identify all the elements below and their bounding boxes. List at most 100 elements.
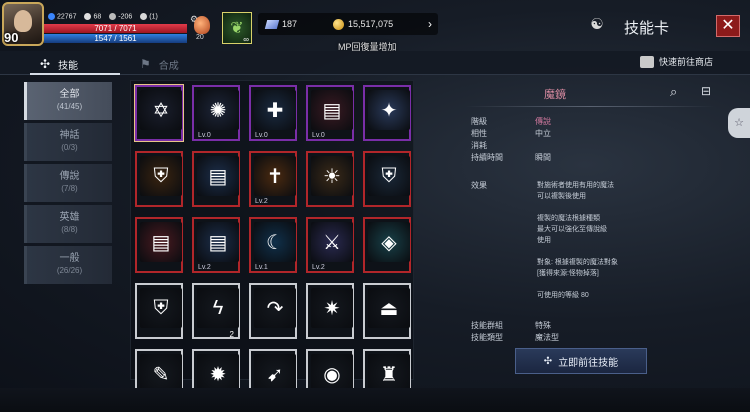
close-button[interactable]: ✕ bbox=[716, 15, 740, 37]
trophy-icon bbox=[140, 13, 148, 20]
page-title: 技能卡 bbox=[624, 20, 670, 37]
skill-card[interactable]: ✡ bbox=[134, 84, 184, 142]
skill-card[interactable]: ◈ bbox=[363, 217, 411, 273]
category-mythic[interactable]: 神話 (0/3) bbox=[24, 123, 112, 161]
effect-line bbox=[537, 279, 707, 290]
hp-bar: 7071 / 7071 bbox=[44, 24, 187, 33]
row-affinity: 相性 中立 bbox=[471, 129, 551, 138]
skill-card-art-icon: ☀ bbox=[311, 156, 353, 196]
flag-icon: ⚑ bbox=[140, 57, 151, 71]
effect-line: 最大可以強化至傳說級 bbox=[537, 226, 607, 233]
skill-card[interactable]: ⛨ bbox=[363, 151, 411, 207]
category-legendary[interactable]: 傳說 (7/8) bbox=[24, 164, 112, 202]
skill-card-art-icon: ✡ bbox=[140, 90, 182, 130]
skill-card[interactable]: ▤ bbox=[192, 151, 240, 207]
lock-icon[interactable]: ⊟ bbox=[701, 84, 711, 98]
key-icon bbox=[84, 13, 92, 20]
effect-line bbox=[537, 202, 707, 213]
skill-card[interactable]: ⏏ bbox=[363, 283, 411, 339]
player-level: 90 bbox=[4, 30, 19, 45]
tab-synthesis[interactable]: ⚑ 合成 bbox=[140, 55, 179, 73]
swirl-icon: ✣ bbox=[543, 355, 553, 367]
skill-card[interactable]: ✝ Lv.2 bbox=[249, 151, 297, 207]
mp-bar: 1547 / 1561 bbox=[44, 34, 187, 43]
skill-card[interactable]: ϟ2 bbox=[192, 283, 240, 339]
effect-line: [獲得來源:怪物掉落] bbox=[537, 270, 599, 277]
trophy-stat: (1) bbox=[140, 13, 158, 20]
category-normal[interactable]: 一般 (26/26) bbox=[24, 246, 112, 284]
gold-coin-icon bbox=[333, 18, 345, 30]
power-icon bbox=[48, 13, 55, 20]
side-drawer-handle[interactable]: ☆ bbox=[728, 108, 750, 138]
skill-card-level: Lv.2 bbox=[255, 198, 268, 205]
skill-card-art-icon: ▤ bbox=[311, 90, 353, 130]
currency-bar: 187 15,517,075 › bbox=[258, 13, 438, 35]
skill-card[interactable]: ✦ bbox=[363, 85, 411, 141]
skill-card-art-icon: ⛨ bbox=[140, 288, 182, 328]
skill-card[interactable]: ▤ Lv.2 bbox=[192, 217, 240, 273]
skill-card-art-icon: ϟ bbox=[197, 288, 239, 328]
skill-name: 魔鏡 bbox=[544, 89, 566, 101]
top-hud: 90 22767 68 -206 (1) 7071 / 7071 1547 / … bbox=[0, 0, 750, 52]
skill-card-art-icon: ▤ bbox=[197, 156, 239, 196]
skill-card-quantity: 2 bbox=[229, 330, 234, 339]
potion-slot[interactable]: ⚙ 20 bbox=[190, 14, 218, 44]
shop-shortcut-button[interactable]: 快速前往商店 bbox=[640, 55, 713, 68]
skill-card[interactable]: ▤ Lv.0 bbox=[306, 85, 354, 141]
go-to-skill-button[interactable]: ✣ 立即前往技能 bbox=[515, 348, 647, 374]
skill-card-art-icon: ✷ bbox=[311, 288, 353, 328]
skill-card-art-icon: ⚔ bbox=[311, 222, 353, 262]
search-icon[interactable]: ⌕ bbox=[670, 84, 677, 100]
player-stats: 22767 68 -206 (1) bbox=[48, 13, 158, 20]
skill-card-art-icon: ▤ bbox=[140, 222, 182, 262]
skill-card-art-icon: ↷ bbox=[254, 288, 296, 328]
skill-card[interactable]: ▤ bbox=[135, 217, 183, 273]
effect-label: 效果 bbox=[471, 181, 487, 190]
skill-card-grid: ✡ ✺ Lv.0 ✚ Lv.0 ▤ Lv.0 ✦ ⛨ ▤ ✝ Lv.2 ☀ ⛨ ▤ ▤ Lv.2 ☾ Lv.1 ⚔ Lv… bbox=[130, 80, 414, 405]
tab-skills[interactable]: ✣ 技能 bbox=[40, 55, 78, 73]
effect-line: 可以複製後使用 bbox=[537, 193, 586, 200]
leaf-icon: ❦ bbox=[230, 20, 244, 37]
skill-card-art-icon: ⛨ bbox=[140, 156, 182, 196]
skill-card-art-icon: ☾ bbox=[254, 222, 296, 262]
skill-card-icon: ☯ bbox=[590, 16, 604, 33]
swirl-icon: ✣ bbox=[40, 57, 51, 71]
effect-description: 對施術者使用有用的魔法 可以複製後使用 複製的魔法根據種類 最大可以強化至傳說級 使用對… bbox=[537, 180, 707, 301]
skill-card-level: Lv.2 bbox=[312, 264, 325, 271]
skill-card-art-icon: ▤ bbox=[197, 222, 239, 262]
skill-card[interactable]: ✷ bbox=[306, 283, 354, 339]
skill-card-level: Lv.2 bbox=[198, 264, 211, 271]
gold-amount: 15,517,075 bbox=[348, 19, 394, 29]
effect-line: 使用 bbox=[537, 237, 551, 244]
skill-card[interactable]: ☾ Lv.1 bbox=[249, 217, 297, 273]
skill-card-level: Lv.0 bbox=[198, 132, 211, 139]
helmet-stat: -206 bbox=[109, 13, 132, 20]
effect-line: 對象: 根據複製的魔法對象 bbox=[537, 259, 618, 266]
skill-card[interactable]: ☀ bbox=[306, 151, 354, 207]
category-hero[interactable]: 英雄 (8/8) bbox=[24, 205, 112, 243]
key-stat: 68 bbox=[84, 13, 101, 20]
skill-card-level: Lv.1 bbox=[255, 264, 268, 271]
skill-card-art-icon: ⛨ bbox=[368, 156, 410, 196]
helmet-icon bbox=[109, 13, 117, 20]
skill-card[interactable]: ⛨ bbox=[135, 283, 183, 339]
skill-card[interactable]: ✺ Lv.0 bbox=[192, 85, 240, 141]
pet-slot[interactable]: ❦ ∞ bbox=[222, 12, 252, 44]
skill-detail-panel: 魔鏡 ⌕ ⊟ 階級 傳說 相性 中立 消耗 持續時間 瞬間 效果 對施術者使用有用的魔… bbox=[465, 82, 720, 382]
skill-card-level: Lv.0 bbox=[255, 132, 268, 139]
skill-card[interactable]: ✚ Lv.0 bbox=[249, 85, 297, 141]
pet-infinite-label: ∞ bbox=[243, 35, 249, 44]
chevron-right-icon[interactable]: › bbox=[428, 17, 432, 31]
skill-card[interactable]: ⚔ Lv.2 bbox=[306, 217, 354, 273]
row-skill-group: 技能群組 特殊 bbox=[471, 321, 551, 330]
category-all[interactable]: 全部 (41/45) bbox=[24, 82, 112, 120]
skill-card[interactable]: ⛨ bbox=[135, 151, 183, 207]
row-cost: 消耗 bbox=[471, 141, 487, 150]
category-sidebar: 全部 (41/45) 神話 (0/3) 傳說 (7/8) 英雄 (8/8) 一般… bbox=[24, 82, 112, 287]
effect-line: 對施術者使用有用的魔法 bbox=[537, 182, 614, 189]
gem-icon bbox=[264, 19, 280, 29]
skill-card[interactable]: ↷ bbox=[249, 283, 297, 339]
row-duration: 持續時間 瞬間 bbox=[471, 153, 551, 162]
skill-card-art-icon: ⏏ bbox=[368, 288, 410, 328]
gem-amount: 187 bbox=[282, 19, 298, 29]
